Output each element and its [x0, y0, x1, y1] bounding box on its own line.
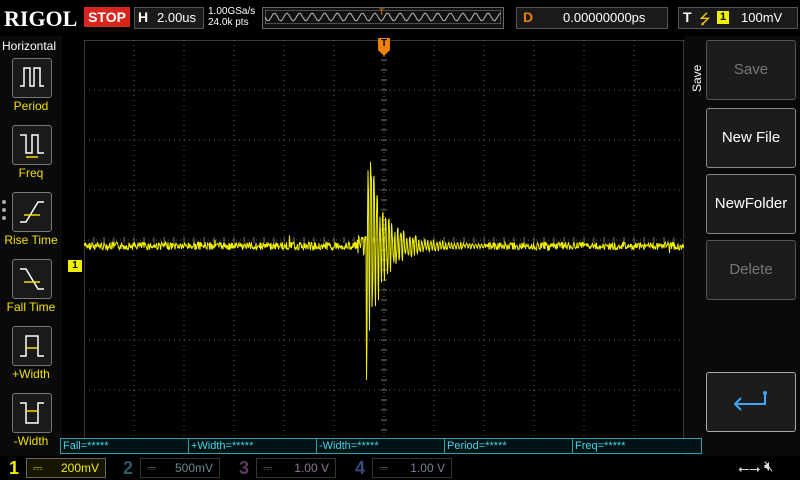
return-button[interactable] [706, 372, 796, 432]
dc-coupling-icon: ⎓ [33, 461, 43, 475]
menu-title: Save [690, 64, 704, 92]
measure-negative-width-result[interactable]: -Width=***** [316, 438, 446, 454]
channel2-scale: 500mV [174, 461, 213, 475]
new-file-button[interactable]: New File [706, 108, 796, 168]
measure-fall-time-label: Fall Time [6, 300, 56, 314]
channel3-status[interactable]: 3 ⎓ 1.00 V [234, 458, 338, 478]
period-icon [20, 67, 44, 87]
delay-label: D [523, 9, 534, 25]
positive-width-icon [20, 335, 44, 357]
frequency-icon [20, 134, 44, 158]
trigger-level: 100mV [741, 10, 783, 25]
waveform-display[interactable] [84, 40, 684, 440]
measure-rise-time-label: Rise Time [4, 233, 58, 247]
dc-coupling-icon: ⎓ [147, 461, 157, 475]
channel-status-bar: 1 ⎓ 200mV 2 ⎓ 500mV 3 ⎓ 1.00 V 4 ⎓ 1.00 … [0, 456, 800, 480]
channel1-number: 1 [8, 458, 19, 478]
channel2-status[interactable]: 2 ⎓ 500mV [118, 458, 222, 478]
timebase-box[interactable]: H 2.00us [134, 7, 204, 29]
rising-edge-icon: ⭍ [699, 11, 711, 27]
channel4-settings: ⎓ 1.00 V [372, 458, 452, 478]
delay-value: 0.00000000ps [563, 10, 646, 25]
memory-overview: T [262, 7, 504, 29]
top-status-bar: RIGOL STOP H 2.00us 1.00GSa/s 24.0k pts … [0, 0, 800, 36]
softkey-menu: Save Save New File NewFolder Delete [684, 36, 800, 456]
acquisition-info: 1.00GSa/s 24.0k pts [208, 6, 255, 28]
measure-fall-result[interactable]: Fall=***** [60, 438, 190, 454]
negative-width-icon [20, 402, 44, 424]
timebase-label: H [138, 9, 149, 25]
delete-button[interactable]: Delete [706, 240, 796, 300]
measurement-results-bar: Fall=***** +Width=***** -Width=***** Per… [60, 438, 702, 454]
channel1-scale: 200mV [60, 461, 99, 475]
measure-rise-time-button[interactable] [12, 192, 52, 232]
measure-fall-time-button[interactable] [12, 259, 52, 299]
usb-icon: ⭠⭢ [738, 460, 761, 476]
sidebar-title: Horizontal [2, 39, 57, 53]
new-folder-button[interactable]: NewFolder [706, 174, 796, 234]
page-indicator [2, 200, 8, 224]
measure-period-result[interactable]: Period=***** [444, 438, 574, 454]
speaker-mute-icon[interactable]: 🔇︎ [764, 458, 773, 475]
fall-time-icon [20, 268, 44, 290]
memory-trigger-marker: T [379, 7, 385, 17]
measure-period-button[interactable] [12, 58, 52, 98]
measure-positive-width-label: +Width [12, 367, 50, 381]
measure-negative-width-label: -Width [13, 434, 49, 448]
dc-coupling-icon: ⎓ [263, 461, 273, 475]
channel1-settings: ⎓ 200mV [26, 458, 106, 478]
measure-freq-result[interactable]: Freq=***** [572, 438, 702, 454]
timebase-value: 2.00us [157, 10, 197, 25]
save-button[interactable]: Save [706, 40, 796, 100]
measure-freq-label: Freq [18, 166, 44, 180]
return-arrow-icon [733, 391, 767, 411]
measure-period-label: Period [13, 99, 49, 113]
measure-negative-width-button[interactable] [12, 393, 52, 433]
channel2-settings: ⎓ 500mV [140, 458, 220, 478]
channel3-number: 3 [238, 458, 249, 478]
channel2-number: 2 [122, 458, 133, 478]
trigger-source: 1 [717, 11, 729, 24]
channel3-settings: ⎓ 1.00 V [256, 458, 336, 478]
trigger-delay-box[interactable]: D 0.00000000ps [516, 7, 668, 29]
measure-positive-width-result[interactable]: +Width=***** [188, 438, 318, 454]
sample-rate: 1.00GSa/s [208, 6, 256, 17]
measure-freq-button[interactable] [12, 125, 52, 165]
channel4-scale: 1.00 V [410, 461, 445, 475]
dc-coupling-icon: ⎓ [379, 461, 389, 475]
channel4-status[interactable]: 4 ⎓ 1.00 V [350, 458, 454, 478]
channel1-status[interactable]: 1 ⎓ 200mV [4, 458, 108, 478]
measure-sidebar: Horizontal Period Freq Rise Time Fall Ti… [0, 36, 62, 456]
trigger-position-label: T [381, 38, 388, 49]
run-stop-indicator[interactable]: STOP [84, 7, 130, 27]
channel1-offset-marker[interactable]: 1 [68, 260, 82, 272]
trigger-label: T [683, 9, 692, 25]
channel4-number: 4 [354, 458, 365, 478]
rise-time-icon [20, 201, 44, 223]
brand-logo: RIGOL [4, 6, 78, 31]
channel3-scale: 1.00 V [294, 461, 329, 475]
memory-depth: 24.0k pts [208, 17, 249, 28]
trigger-settings-box[interactable]: T ⭍ 1 100mV [678, 7, 798, 29]
measure-positive-width-button[interactable] [12, 326, 52, 366]
